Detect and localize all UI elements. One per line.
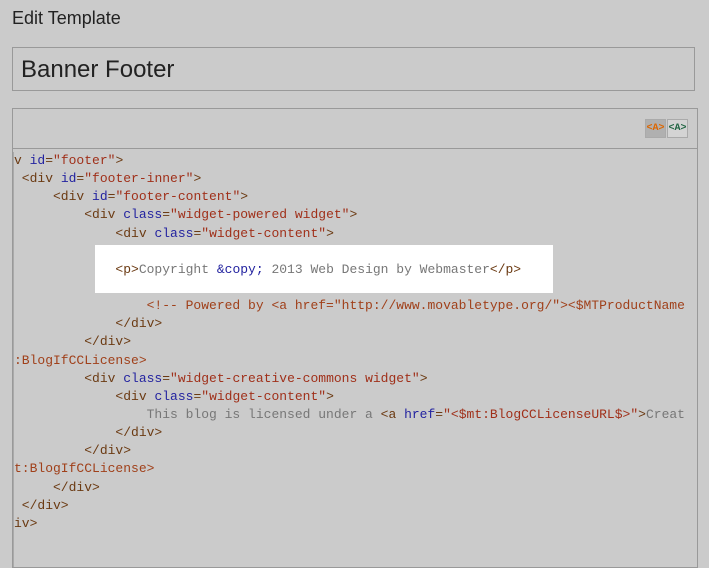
code-lines: v id="footer"> <div id="footer-inner"> <… (14, 152, 685, 533)
code-line: <div class="widget-creative-commons widg… (14, 370, 685, 388)
template-name-input[interactable]: Banner Footer (12, 47, 695, 91)
code-area[interactable]: v id="footer"> <div id="footer-inner"> <… (13, 152, 697, 567)
code-token: Creat (645, 406, 685, 422)
code-token: "widget-creative-commons widget" (170, 370, 420, 386)
code-token: = (435, 406, 444, 422)
code-token: "footer" (53, 153, 116, 168)
code-token: </div> (14, 334, 132, 350)
code-token: id (60, 171, 77, 187)
code-token: <div (14, 189, 93, 205)
code-token: :BlogIfCCLicense> (14, 352, 147, 368)
code-line: </div> (14, 479, 685, 497)
code-token: class (123, 207, 163, 223)
code-token: > (240, 189, 249, 205)
code-token: "widget-powered widget" (170, 207, 350, 223)
code-token: > (115, 153, 124, 168)
code-token: </div> (14, 316, 163, 332)
code-token: v (14, 153, 30, 168)
code-token: > (419, 370, 428, 386)
code-token: </div> (14, 497, 69, 513)
code-token: href (404, 406, 436, 422)
code-token: <!-- Powered by <a href="http://www.mova… (14, 298, 685, 314)
code-token: "widget-content" (201, 388, 327, 404)
code-line: :BlogIfCCLicense> (14, 352, 685, 370)
code-line: t:BlogIfCCLicense> (14, 460, 685, 478)
code-token: 2013 Web Design by Webmaster (263, 261, 490, 277)
code-token: class (154, 225, 194, 241)
code-token: "widget-content" (201, 225, 327, 241)
code-line: <div id="footer-content"> (14, 188, 685, 206)
code-token: id (29, 153, 46, 168)
code-line: <div class="widget-content"> (14, 225, 685, 243)
code-token: class (123, 370, 163, 386)
code-token: </div> (14, 479, 100, 495)
code-line: </div> (14, 315, 685, 333)
code-token: > (326, 388, 334, 404)
code-line: This blog is licensed under a <a href="<… (14, 406, 685, 424)
code-token: id (92, 189, 108, 205)
code-line: </div> (14, 424, 685, 442)
code-token: > (349, 207, 358, 223)
code-token: <div (14, 370, 124, 386)
code-token: "<$mt:BlogCCLicenseURL$>" (443, 406, 639, 422)
code-token: <div (14, 225, 155, 241)
code-token: = (162, 370, 171, 386)
code-token: iv> (14, 515, 38, 531)
code-line: </div> (14, 497, 685, 515)
code-token: </div> (14, 443, 132, 459)
syntax-highlight-off-button[interactable]: <A> (667, 119, 688, 138)
code-token: Copyright (138, 261, 217, 277)
code-token: <div (14, 207, 124, 223)
page-title: Edit Template (12, 8, 121, 28)
code-line: iv> (14, 515, 685, 533)
code-token: > (193, 171, 202, 187)
code-line: <div class="widget-powered widget"> (14, 206, 685, 224)
code-line: <p>Copyright &copy; 2013 Web Design by W… (14, 261, 685, 279)
code-token: <div (14, 171, 61, 187)
code-line: <div class="widget-content"> (14, 388, 685, 406)
code-line: <div id="footer-inner"> (14, 170, 685, 188)
code-token: </div> (14, 425, 163, 441)
code-token: = (45, 153, 54, 168)
code-token: class (154, 388, 194, 404)
code-token: > (638, 406, 646, 422)
code-token: t:BlogIfCCLicense> (14, 461, 155, 477)
code-token: <a (380, 406, 405, 422)
code-line: v id="footer"> (14, 152, 685, 170)
code-token: This blog is licensed under a (14, 406, 381, 422)
code-token: "footer-content" (115, 189, 241, 205)
code-token: > (326, 225, 334, 241)
code-line: <!-- Powered by <a href="http://www.mova… (14, 297, 685, 315)
code-line: </div> (14, 442, 685, 460)
editor-toolbar: <A> <A> (13, 109, 697, 149)
code-token: <div (14, 388, 155, 404)
code-token: <p> (14, 261, 139, 277)
code-token: &copy; (216, 261, 264, 277)
code-token: </p> (489, 261, 522, 277)
code-editor[interactable]: <A> <A> v id="footer"> <div id="footer-i… (12, 108, 698, 568)
syntax-highlight-on-button[interactable]: <A> (645, 119, 666, 138)
code-token: = (162, 207, 171, 223)
code-token: "footer-inner" (84, 171, 194, 187)
code-line: </div> (14, 333, 685, 351)
